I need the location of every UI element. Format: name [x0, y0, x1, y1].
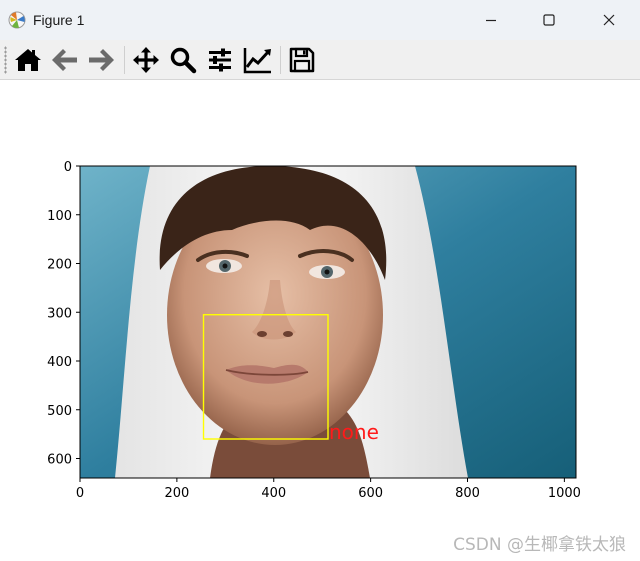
minimize-button[interactable] [468, 0, 514, 40]
y-tick-label: 100 [47, 209, 72, 224]
pan-button[interactable] [129, 43, 163, 77]
detection-label: none [329, 420, 379, 444]
back-icon [52, 49, 77, 71]
pan-icon [133, 47, 159, 73]
home-icon [15, 49, 41, 71]
zoom-icon [170, 47, 197, 74]
toolbar-grip[interactable] [4, 46, 7, 74]
x-tick-label: 400 [261, 486, 286, 501]
y-tick-label: 400 [47, 355, 72, 370]
x-tick-label: 800 [455, 486, 480, 501]
x-axis: 0 200 400 600 800 1000 [76, 478, 581, 501]
window-title: Figure 1 [33, 12, 85, 28]
close-icon [603, 14, 615, 26]
x-tick-label: 200 [164, 486, 189, 501]
navigation-toolbar [0, 40, 640, 80]
minimize-icon [486, 19, 496, 22]
matplotlib-icon [8, 11, 26, 29]
watermark: CSDN @生椰拿铁太狼 [453, 535, 626, 555]
edit-axes-button[interactable] [241, 43, 275, 77]
zoom-button[interactable] [166, 43, 200, 77]
maximize-icon [543, 14, 555, 26]
y-tick-label: 200 [47, 258, 72, 273]
home-button[interactable] [11, 43, 45, 77]
x-tick-label: 1000 [548, 486, 581, 501]
title-bar: Figure 1 [0, 0, 640, 40]
x-tick-label: 0 [76, 486, 84, 501]
save-button[interactable] [285, 43, 319, 77]
forward-icon [89, 49, 114, 71]
figure-plot[interactable]: none 0 200 400 600 800 1000 0 100 200 300 400 500 6… [0, 80, 640, 561]
toolbar-separator [280, 46, 281, 74]
figure-canvas[interactable]: none 0 200 400 600 800 1000 0 100 200 300 400 500 6… [0, 80, 640, 561]
configure-subplots-icon [209, 48, 231, 72]
x-tick-label: 600 [358, 486, 383, 501]
close-button[interactable] [586, 0, 632, 40]
configure-subplots-button[interactable] [203, 43, 237, 77]
edit-axes-icon [243, 48, 271, 74]
y-tick-label: 600 [47, 453, 72, 468]
y-axis: 0 100 200 300 400 500 600 [47, 160, 80, 468]
back-button[interactable] [48, 43, 82, 77]
forward-button[interactable] [84, 43, 118, 77]
maximize-button[interactable] [526, 0, 572, 40]
y-tick-label: 300 [47, 306, 72, 321]
save-icon [289, 47, 315, 73]
toolbar-separator [124, 46, 125, 74]
y-tick-label: 500 [47, 404, 72, 419]
y-tick-label: 0 [64, 160, 72, 175]
